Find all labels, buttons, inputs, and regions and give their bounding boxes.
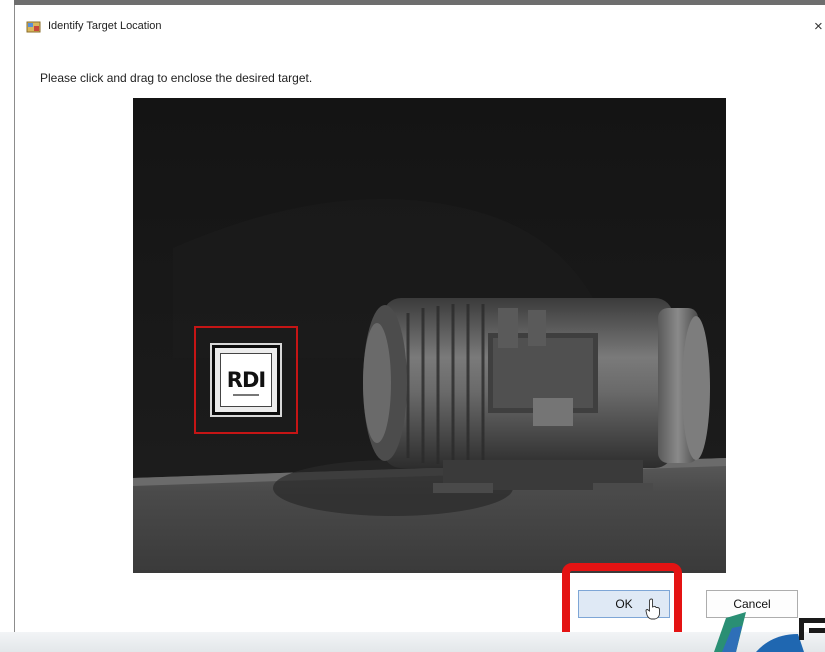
title-bar[interactable]: Identify Target Location × (15, 5, 825, 45)
rdi-target-marker: RDI (210, 343, 282, 417)
ok-button[interactable]: OK (578, 590, 670, 618)
identify-target-dialog: Identify Target Location × Please click … (14, 5, 825, 652)
rdi-marker-text: RDI (226, 368, 266, 392)
app-window-icon (26, 21, 41, 33)
target-selection-rectangle[interactable]: RDI (194, 326, 298, 434)
cancel-button[interactable]: Cancel (706, 590, 798, 618)
camera-image-view[interactable]: RDI (133, 98, 726, 573)
taskbar-strip (0, 632, 825, 652)
rdi-marker-subline (233, 394, 259, 396)
close-icon[interactable]: × (814, 18, 825, 36)
window-title: Identify Target Location (48, 20, 162, 32)
rdi-marker-face: RDI (220, 353, 272, 407)
instruction-text: Please click and drag to enclose the des… (40, 71, 313, 85)
screen: Identify Target Location × Please click … (0, 0, 825, 652)
